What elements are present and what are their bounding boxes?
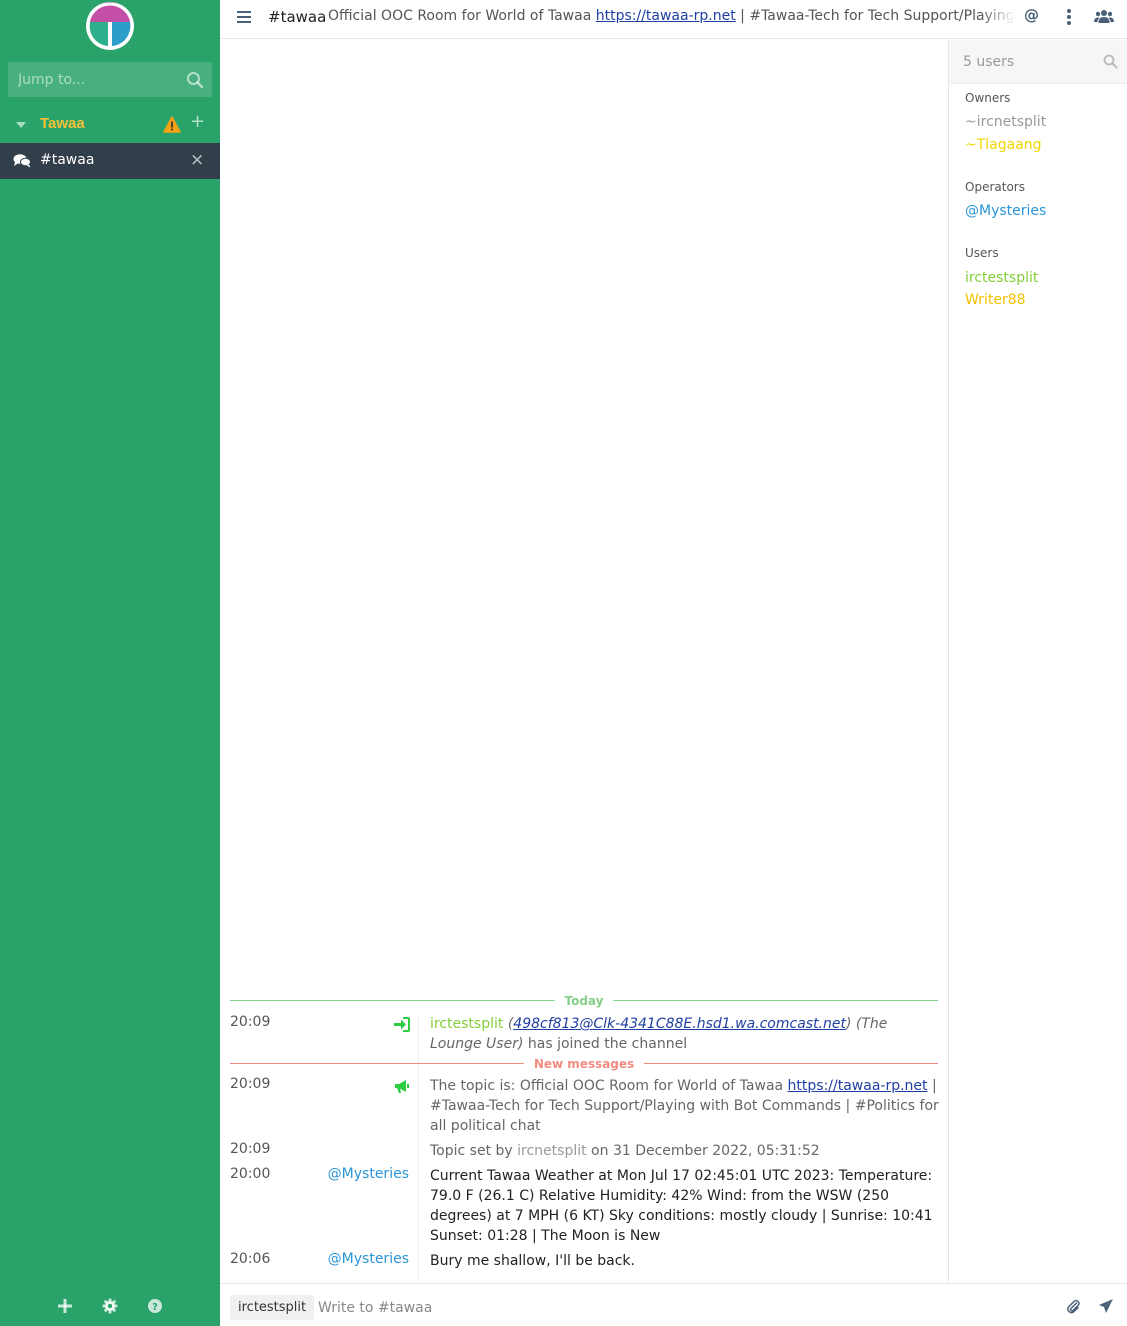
user-search-input[interactable] xyxy=(949,40,1127,83)
date-divider: Today xyxy=(230,994,938,1008)
message-weather: 20:00 @Mysteries Current Tawaa Weather a… xyxy=(230,1166,938,1246)
svg-text:?: ? xyxy=(152,1302,158,1313)
user-list: Owners ~ircnetsplit ~Tlagaang Operators … xyxy=(948,40,1127,1326)
message-time: 20:09 xyxy=(230,1076,271,1092)
unread-divider: New messages xyxy=(230,1057,938,1071)
more-options-icon[interactable] xyxy=(1066,8,1072,26)
message-time: 20:09 xyxy=(230,1141,271,1157)
sidebar-footer: ? xyxy=(0,1286,220,1326)
megaphone-icon xyxy=(395,1080,409,1093)
topic-set-suffix: on 31 December 2022, 05:31:52 xyxy=(586,1143,820,1159)
add-channel-icon[interactable]: + xyxy=(190,111,205,132)
message-content: Topic set by ircnetsplit on 31 December … xyxy=(430,1141,940,1161)
app-logo xyxy=(86,2,134,50)
message-time: 20:09 xyxy=(230,1014,271,1030)
message-content: Current Tawaa Weather at Mon Jul 17 02:4… xyxy=(430,1168,933,1244)
group-label-operators: Operators xyxy=(965,180,1025,194)
topic-fade xyxy=(980,2,1015,36)
message-input[interactable] xyxy=(318,1295,1038,1320)
search-icon xyxy=(1103,54,1118,69)
topic-link[interactable]: https://tawaa-rp.net xyxy=(596,8,736,24)
join-text: has joined the channel xyxy=(527,1036,688,1052)
user-mysteries[interactable]: @Mysteries xyxy=(965,203,1046,219)
network-tawaa[interactable]: Tawaa + xyxy=(0,110,220,140)
group-label-users: Users xyxy=(965,246,999,260)
topic-message-link[interactable]: https://tawaa-rp.net xyxy=(788,1078,928,1094)
message-bury: 20:06 @Mysteries Bury me shallow, I'll b… xyxy=(230,1251,938,1271)
send-icon[interactable] xyxy=(1098,1298,1114,1314)
chat-bubbles-icon xyxy=(13,154,31,168)
help-icon[interactable]: ? xyxy=(146,1297,164,1315)
message-time: 20:06 xyxy=(230,1251,271,1267)
channel-header: #tawaa Official OOC Room for World of Ta… xyxy=(220,0,1127,39)
message-content: Bury me shallow, I'll be back. xyxy=(430,1253,635,1269)
message-input-bar: irctestsplit xyxy=(220,1283,1127,1326)
jump-to-search[interactable] xyxy=(8,62,212,97)
message-time: 20:00 xyxy=(230,1166,271,1182)
channel-name[interactable]: #tawaa xyxy=(40,152,94,168)
network-name[interactable]: Tawaa xyxy=(40,115,85,132)
group-label-owners: Owners xyxy=(965,91,1011,105)
join-icon xyxy=(394,1017,410,1032)
search-icon xyxy=(187,72,204,89)
topic-text-rest: | #Tawaa-Tech for Tech Support/Playing w… xyxy=(740,8,1013,24)
topic-prefix: The topic is: Official OOC Room for Worl… xyxy=(430,1078,788,1094)
message-content: irctestsplit (498cf813@Clk-4341C88E.hsd1… xyxy=(430,1016,888,1052)
date-divider-label: Today xyxy=(554,994,614,1008)
collapse-caret-icon[interactable] xyxy=(16,122,26,128)
settings-gear-icon[interactable] xyxy=(101,1297,119,1315)
join-host-link[interactable]: 498cf813@Clk-4341C88E.hsd1.wa.comcast.ne… xyxy=(513,1016,846,1032)
channel-title: #tawaa xyxy=(268,8,327,26)
message-content: The topic is: Official OOC Room for Worl… xyxy=(430,1076,940,1136)
mentions-icon[interactable]: @ xyxy=(1024,6,1039,24)
join-nick[interactable]: irctestsplit xyxy=(430,1016,503,1032)
message-topic: 20:09 The topic is: Official OOC Room fo… xyxy=(230,1076,940,1136)
chat-log[interactable]: Today 20:09 irctestsplit (498cf813@Clk-4… xyxy=(220,40,948,1283)
message-join: 20:09 irctestsplit (498cf813@Clk-4341C88… xyxy=(230,1014,938,1054)
own-nick[interactable]: irctestsplit xyxy=(230,1295,315,1320)
hamburger-menu-icon[interactable] xyxy=(236,9,252,25)
message-sender[interactable]: @Mysteries xyxy=(328,1166,409,1182)
message-sender[interactable]: @Mysteries xyxy=(328,1251,409,1267)
user-ircnetsplit[interactable]: ~ircnetsplit xyxy=(965,114,1046,130)
sidebar: Tawaa + #tawaa × xyxy=(0,0,220,1326)
close-channel-icon[interactable]: × xyxy=(190,150,204,170)
channel-item-tawaa[interactable]: #tawaa × xyxy=(0,143,220,179)
topic-set-nick[interactable]: ircnetsplit xyxy=(517,1143,586,1159)
user-irctestsplit[interactable]: irctestsplit xyxy=(965,270,1038,286)
users-icon[interactable] xyxy=(1094,9,1114,24)
channel-topic[interactable]: Official OOC Room for World of Tawaa htt… xyxy=(328,8,1013,24)
topic-set-prefix: Topic set by xyxy=(430,1143,518,1159)
warning-icon xyxy=(163,116,181,133)
user-writer88[interactable]: Writer88 xyxy=(965,292,1026,308)
user-search[interactable] xyxy=(949,40,1127,84)
user-tlagaang[interactable]: ~Tlagaang xyxy=(965,137,1042,153)
unread-divider-label: New messages xyxy=(523,1057,645,1071)
connect-network-icon[interactable] xyxy=(56,1297,74,1315)
message-topic-set-by: 20:09 Topic set by ircnetsplit on 31 Dec… xyxy=(230,1141,938,1161)
topic-text: Official OOC Room for World of Tawaa xyxy=(328,8,596,24)
jump-to-input[interactable] xyxy=(8,62,212,97)
attach-file-icon[interactable] xyxy=(1066,1298,1080,1314)
